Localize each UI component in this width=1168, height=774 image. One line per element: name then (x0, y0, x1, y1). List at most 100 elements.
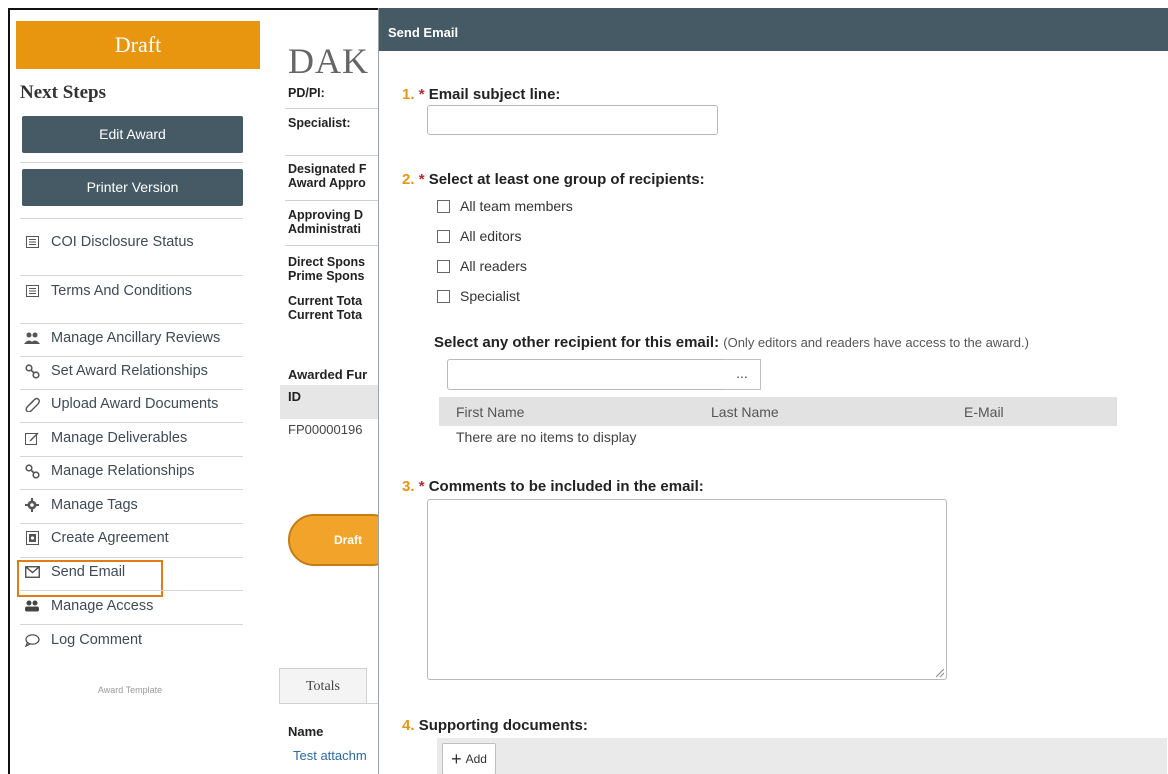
sidebar-item-upload-award-documents[interactable]: Upload Award Documents (24, 391, 218, 417)
sidebar-item-label: Terms And Conditions (51, 283, 193, 299)
checkbox[interactable] (437, 289, 450, 303)
sidebar: Draft Next Steps Edit Award Printer Vers… (10, 10, 262, 774)
column-header-last-name[interactable]: Last Name (711, 404, 779, 420)
divider (20, 523, 243, 524)
subject-question: 1. * Email subject line: (402, 86, 560, 103)
template-label: Award Template (97, 685, 163, 695)
relationship-icon (24, 363, 40, 379)
field-label: PD/PI: (288, 86, 325, 100)
sidebar-item-manage-deliverables[interactable]: Manage Deliverables (24, 425, 187, 451)
plus-icon: + (451, 749, 462, 769)
send-email-dialog: Send Email 1. * Email subject line: 2. *… (378, 8, 1168, 774)
next-steps-title: Next Steps (20, 82, 107, 103)
question-number: 2. (402, 171, 415, 188)
question-number: 4. (402, 717, 415, 734)
attachment-link[interactable]: Test attachm (293, 748, 367, 763)
divider (20, 422, 243, 423)
tab-totals[interactable]: Totals (279, 668, 367, 704)
sidebar-item-terms-and-conditions[interactable]: Terms And Conditions (24, 278, 192, 304)
divider (20, 323, 243, 324)
other-recipient-input[interactable] (447, 359, 725, 390)
page-title: DAK (288, 41, 369, 81)
sidebar-item-label: Upload Award Documents (51, 396, 219, 412)
checkbox[interactable] (437, 259, 450, 273)
other-recipient-label-text: Select any other recipient for this emai… (434, 334, 720, 351)
sidebar-item-label: Set Award Relationships (51, 363, 208, 379)
sidebar-item-label: Manage Tags (51, 497, 138, 513)
checkbox[interactable] (437, 199, 450, 213)
divider (20, 624, 243, 625)
sidebar-item-create-agreement[interactable]: Create Agreement (24, 525, 169, 551)
recipient-option-all-readers[interactable]: All readers (437, 258, 527, 274)
sidebar-item-label: Manage Deliverables (51, 430, 188, 446)
question-number: 1. (402, 86, 415, 103)
sidebar-item-label: Log Comment (51, 632, 143, 648)
resize-handle-icon[interactable] (936, 669, 944, 677)
sidebar-item-label: Create Agreement (51, 530, 169, 546)
divider (285, 200, 380, 201)
sidebar-item-label: Manage Relationships (51, 463, 195, 479)
divider (279, 703, 379, 704)
edit-award-button[interactable]: Edit Award (22, 116, 243, 153)
sidebar-item-coi-disclosure-status[interactable]: COI Disclosure Status (24, 229, 194, 255)
sidebar-item-label: Manage Access (51, 598, 154, 614)
field-label: Current Tota Current Tota (288, 294, 363, 322)
question-number: 3. (402, 478, 415, 495)
send-email-highlight (17, 560, 163, 597)
field-label: Approving D Administrati (288, 208, 363, 236)
sidebar-item-manage-access[interactable]: Manage Access (24, 593, 153, 619)
divider (285, 245, 380, 246)
required-marker: * (418, 86, 425, 103)
awarded-funding-heading: Awarded Fur (288, 367, 368, 382)
supporting-documents-question: 4. Supporting documents: (402, 717, 588, 734)
comments-textarea[interactable] (427, 499, 947, 680)
add-button-label: Add (465, 752, 487, 766)
column-header-first-name[interactable]: First Name (456, 404, 524, 420)
add-document-button[interactable]: + Add (442, 743, 496, 774)
recipient-option-all-team-members[interactable]: All team members (437, 198, 573, 214)
email-subject-input[interactable] (427, 105, 718, 135)
field-label: Direct Spons Prime Spons (288, 255, 366, 283)
page-border (8, 8, 380, 10)
sidebar-item-label: Manage Ancillary Reviews (51, 330, 221, 346)
gear-icon (24, 497, 40, 513)
checkbox[interactable] (437, 229, 450, 243)
divider (20, 275, 243, 276)
other-recipient-label: Select any other recipient for this emai… (434, 334, 1029, 351)
recipient-table-header: First Name Last Name E-Mail (439, 397, 1117, 426)
sidebar-item-label: COI Disclosure Status (51, 234, 194, 250)
sidebar-item-log-comment[interactable]: Log Comment (24, 627, 142, 653)
status-banner: Draft (16, 21, 260, 69)
edit-icon (24, 430, 40, 446)
divider (20, 218, 243, 219)
checkbox-label: Specialist (460, 288, 520, 304)
sidebar-item-manage-ancillary-reviews[interactable]: Manage Ancillary Reviews (24, 325, 220, 351)
divider (20, 489, 243, 490)
sidebar-item-manage-tags[interactable]: Manage Tags (24, 492, 138, 518)
agreement-icon (24, 530, 40, 546)
required-marker: * (418, 478, 425, 495)
comments-question: 3. * Comments to be included in the emai… (402, 478, 704, 495)
browse-recipients-button[interactable]: ... (724, 359, 761, 390)
dialog-title: Send Email (379, 8, 1168, 51)
id-column-header: ID (288, 389, 301, 404)
column-header-email[interactable]: E-Mail (964, 404, 1004, 420)
printer-version-button[interactable]: Printer Version (22, 169, 243, 206)
divider (20, 557, 243, 558)
checkbox-label: All readers (460, 258, 527, 274)
recipient-option-specialist[interactable]: Specialist (437, 288, 520, 304)
question-label: Supporting documents: (418, 717, 588, 734)
page-border (8, 8, 10, 774)
empty-table-message: There are no items to display (456, 429, 637, 445)
checkbox-label: All editors (460, 228, 522, 244)
sidebar-item-manage-relationships[interactable]: Manage Relationships (24, 458, 194, 484)
users-icon (24, 598, 40, 614)
sidebar-item-set-award-relationships[interactable]: Set Award Relationships (24, 358, 208, 384)
recipient-option-all-editors[interactable]: All editors (437, 228, 521, 244)
recipients-question: 2. * Select at least one group of recipi… (402, 171, 705, 188)
relationship-icon (24, 463, 40, 479)
funding-id: FP00000196 (288, 422, 363, 437)
question-label: Email subject line: (428, 86, 561, 103)
required-marker: * (418, 171, 425, 188)
people-icon (24, 330, 40, 346)
